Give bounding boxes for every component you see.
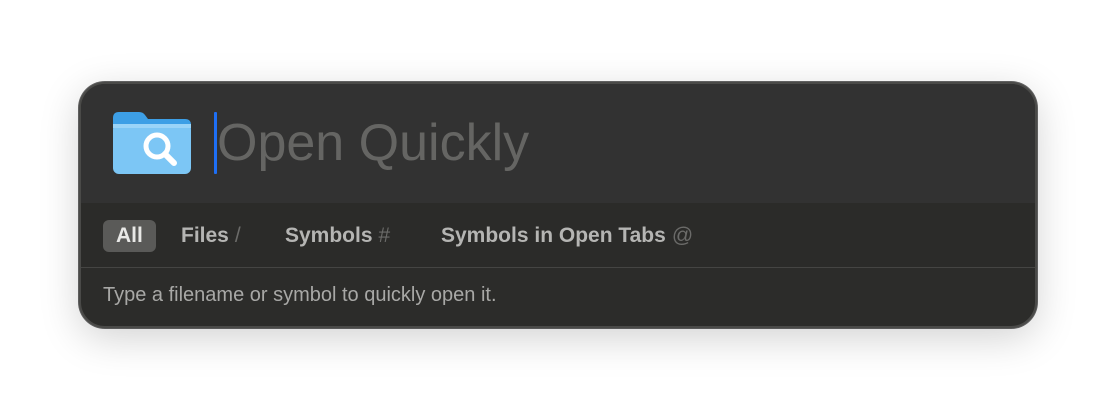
- scope-all-label: All: [116, 224, 143, 247]
- scope-symbols-in-open-tabs-label: Symbols in Open Tabs: [441, 224, 666, 247]
- scope-symbols-in-open-tabs-shortcut: @: [671, 224, 694, 247]
- open-quickly-search-input[interactable]: [217, 108, 977, 178]
- scope-all-button[interactable]: All: [103, 220, 156, 252]
- divider: [81, 267, 1035, 268]
- scope-files-button[interactable]: Files /: [181, 220, 241, 252]
- scope-symbols-shortcut: #: [378, 224, 391, 247]
- open-quickly-panel: All Files/ Symbols# Symbols in Open Tabs…: [79, 82, 1037, 328]
- scope-symbols-label: Symbols: [285, 224, 373, 247]
- folder-magnifier-icon: [113, 112, 191, 174]
- scope-files-shortcut: /: [234, 224, 241, 247]
- scope-symbols-in-open-tabs-button[interactable]: Symbols in Open Tabs @: [441, 220, 693, 252]
- search-area: [81, 84, 1035, 203]
- scope-files-label: Files: [181, 224, 229, 247]
- hint-text: Type a filename or symbol to quickly ope…: [103, 284, 497, 306]
- scope-symbols-button[interactable]: Symbols #: [285, 220, 390, 252]
